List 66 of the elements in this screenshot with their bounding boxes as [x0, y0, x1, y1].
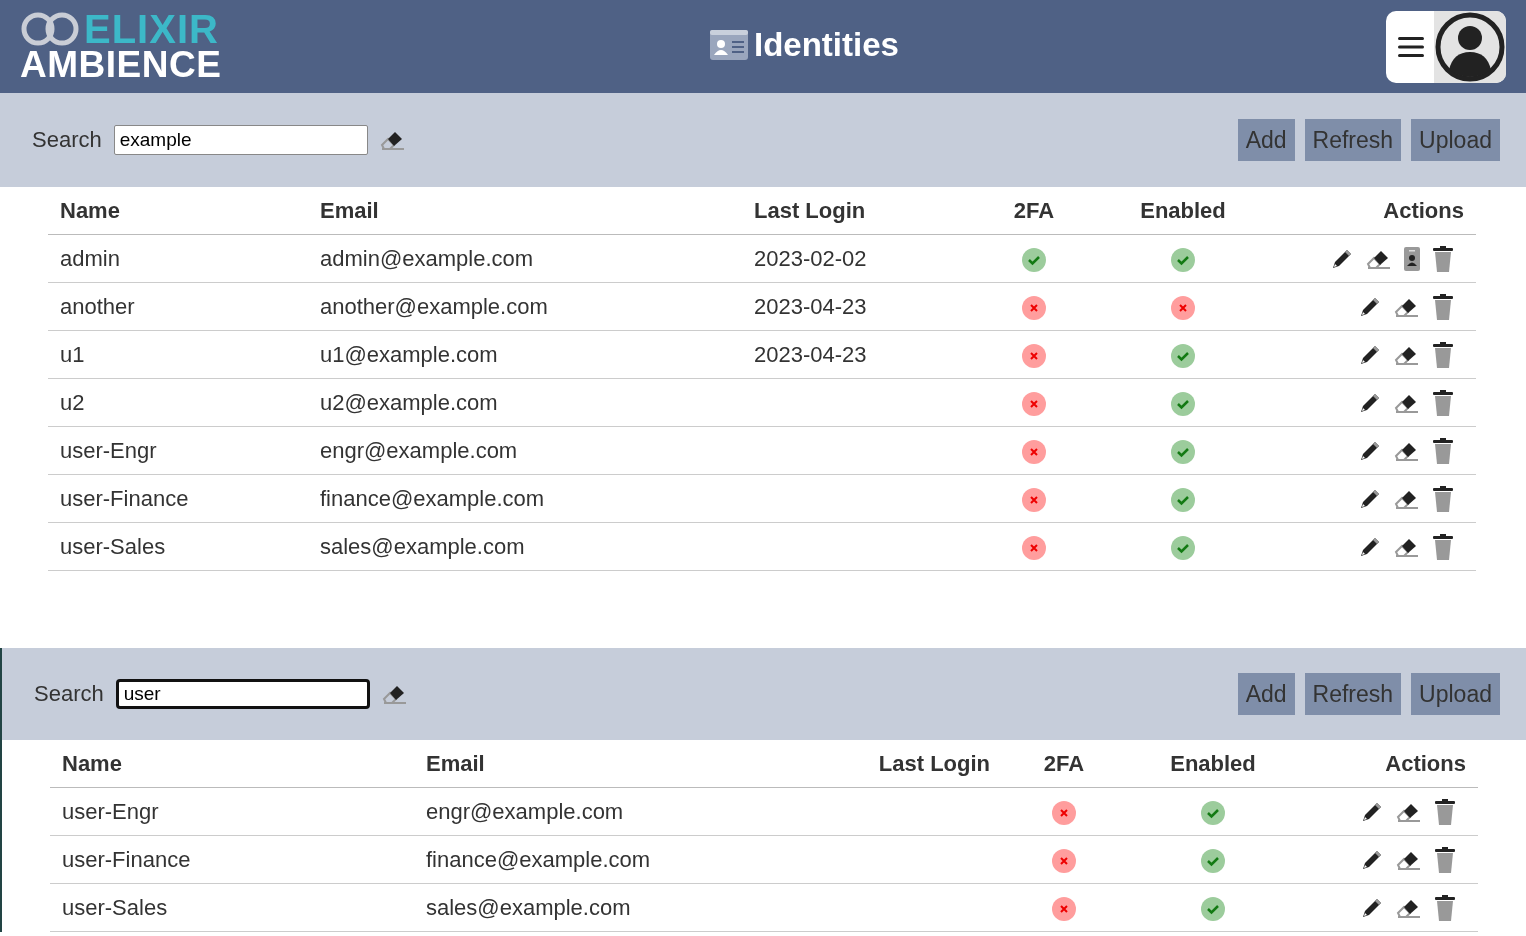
table-cell: 2023-02-02 [742, 234, 972, 283]
table-cell: engr@example.com [308, 426, 742, 475]
column-header: Actions [1300, 740, 1478, 788]
column-header: Last Login [742, 187, 972, 235]
user-menu-button[interactable] [1386, 10, 1506, 83]
search-label: Search [32, 127, 102, 153]
column-header: Email [308, 187, 742, 235]
table-cell: user-Sales [48, 522, 308, 571]
column-header: Last Login [808, 740, 1002, 788]
eraser-icon[interactable] [381, 683, 408, 705]
table-cell: user-Finance [50, 835, 414, 884]
id-badge-icon[interactable] [1404, 246, 1420, 271]
table-cell: user-Engr [48, 426, 308, 475]
table-cell: u1 [48, 330, 308, 379]
table-cell: admin [48, 234, 308, 283]
table-cell: u2@example.com [308, 378, 742, 427]
id-card-icon [710, 30, 748, 60]
logo-text: AMBIENCE [20, 46, 223, 83]
column-header: Enabled [1126, 740, 1300, 788]
trash-icon[interactable] [1432, 437, 1454, 464]
table-cell: u2 [48, 378, 308, 427]
column-header: Enabled [1096, 187, 1270, 235]
table-cell: user-Engr [50, 787, 414, 836]
table-cell: another@example.com [308, 282, 742, 331]
search-label: Search [34, 681, 104, 707]
trash-icon[interactable] [1434, 894, 1456, 921]
column-header: Email [414, 740, 808, 788]
eraser-icon[interactable] [379, 129, 406, 151]
toolbar-button[interactable]: Refresh [1304, 119, 1402, 161]
table-cell: user-Finance [48, 474, 308, 523]
table-cell: finance@example.com [414, 835, 808, 884]
avatar-icon [1435, 11, 1505, 82]
table-cell: 2023-04-23 [742, 330, 972, 379]
table-cell: user-Sales [50, 883, 414, 932]
table-cell: finance@example.com [308, 474, 742, 523]
trash-icon[interactable] [1432, 485, 1454, 512]
table-cell: sales@example.com [414, 883, 808, 932]
toolbar-button[interactable]: Upload [1411, 119, 1500, 161]
column-header: Actions [1270, 187, 1476, 235]
toolbar-button[interactable]: Add [1237, 673, 1295, 715]
page-title: Identities [754, 26, 899, 64]
logo-text: ELIXIR [84, 10, 220, 47]
table-cell: admin@example.com [308, 234, 742, 283]
table-cell: sales@example.com [308, 522, 742, 571]
toolbar-button[interactable]: Upload [1411, 673, 1500, 715]
trash-icon[interactable] [1432, 293, 1454, 320]
column-header: Name [48, 187, 308, 235]
search-field[interactable]: user [115, 679, 370, 709]
trash-icon[interactable] [1434, 798, 1456, 825]
column-header: Name [50, 740, 414, 788]
trash-icon[interactable] [1434, 846, 1456, 873]
toolbar-button[interactable]: Add [1237, 119, 1295, 161]
search-field[interactable]: example [113, 125, 368, 155]
table-cell: 2023-04-23 [742, 282, 972, 331]
trash-icon[interactable] [1432, 341, 1454, 368]
column-header: 2FA [1002, 740, 1126, 788]
table-cell: u1@example.com [308, 330, 742, 379]
table-cell: another [48, 282, 308, 331]
menu-icon [1398, 35, 1424, 58]
trash-icon[interactable] [1432, 533, 1454, 560]
interlocked-rings-icon [20, 10, 80, 47]
trash-icon[interactable] [1432, 245, 1454, 272]
table-cell: engr@example.com [414, 787, 808, 836]
column-header: 2FA [972, 187, 1096, 235]
toolbar-button[interactable]: Refresh [1304, 673, 1402, 715]
trash-icon[interactable] [1432, 389, 1454, 416]
